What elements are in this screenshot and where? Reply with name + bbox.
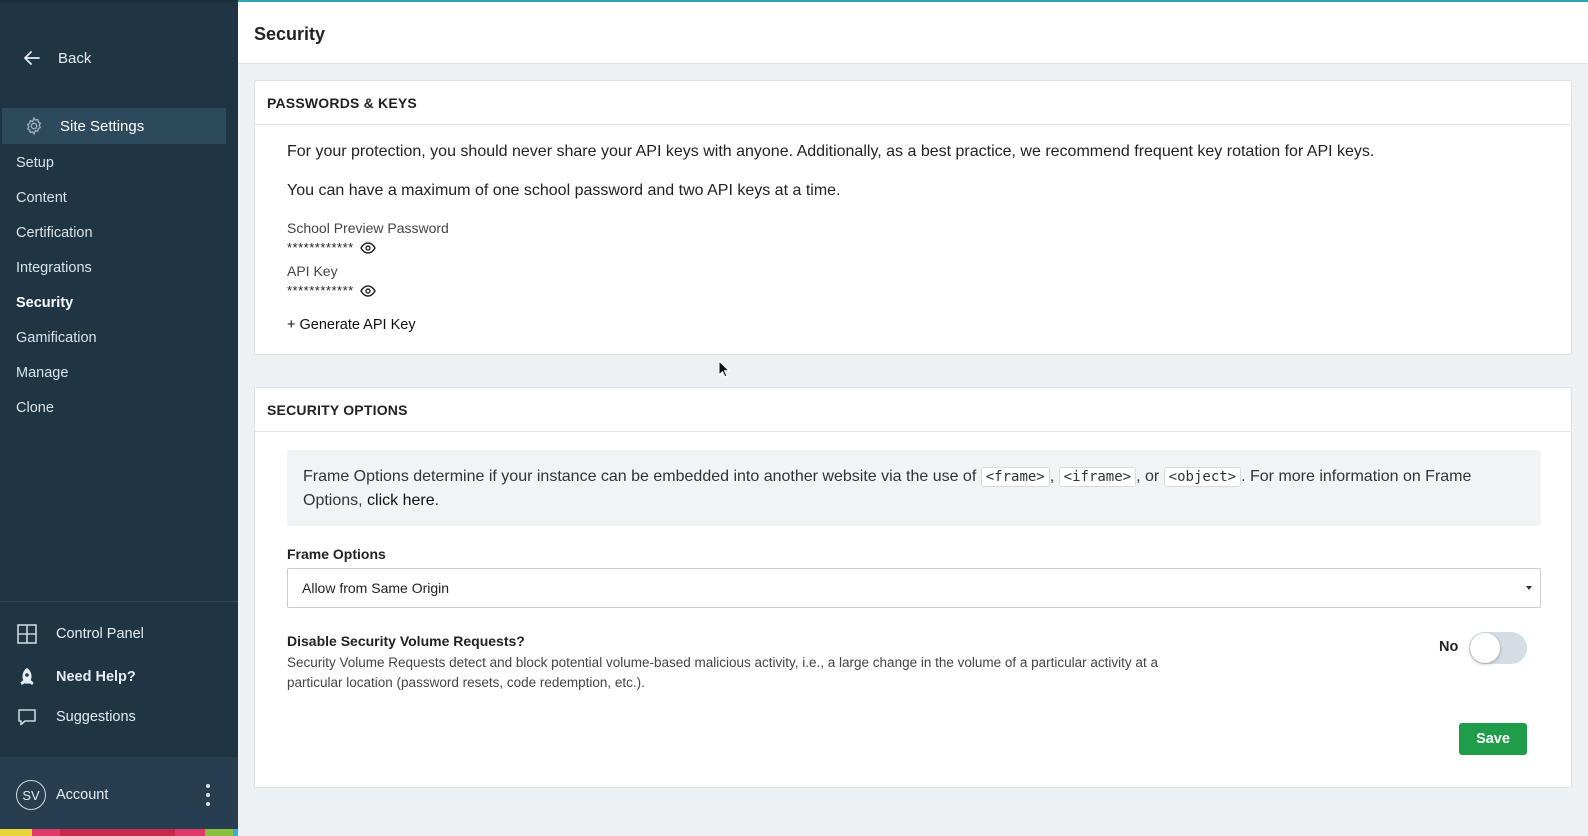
info-sep-1: , (1049, 468, 1055, 485)
main-content: Security PASSWORDS & KEYS For your prote… (238, 0, 1588, 836)
click-here-link[interactable]: click here (367, 492, 435, 509)
site-settings-label: Site Settings (60, 117, 145, 135)
back-label: Back (58, 49, 92, 67)
sidebar-top-border (0, 0, 238, 2)
save-button[interactable]: Save (1459, 723, 1527, 755)
sidebar-item-manage[interactable]: Manage (0, 355, 238, 390)
sidebar-site-settings[interactable]: Site Settings (2, 108, 226, 144)
disable-security-volume-description: Security Volume Requests detect and bloc… (287, 655, 1158, 690)
sidebar-item-setup[interactable]: Setup (0, 145, 238, 180)
rocket-icon (20, 668, 34, 685)
frame-options-label: Frame Options (287, 546, 386, 562)
toggle-knob (1470, 633, 1500, 663)
api-key-warning: For your protection, you should never sh… (287, 143, 1375, 160)
page-title: Security (254, 24, 326, 44)
security-options-title: SECURITY OPTIONS (255, 388, 1571, 432)
need-help-link[interactable]: Need Help? (16, 666, 136, 688)
info-end: . (434, 492, 440, 509)
suggestions-link[interactable]: Suggestions (16, 706, 136, 728)
sidebar-item-gamification[interactable]: Gamification (0, 320, 238, 355)
code-frame: <frame> (980, 467, 1050, 487)
info-text-1: Frame Options determine if your instance… (303, 468, 977, 485)
disable-security-volume-toggle[interactable] (1469, 632, 1527, 664)
api-key-label: API Key (287, 263, 338, 279)
sidebar-item-certification[interactable]: Certification (0, 215, 238, 250)
frame-options-value: Allow from Same Origin (302, 580, 450, 596)
generate-api-key-button[interactable]: + Generate API Key (287, 317, 416, 333)
sidebar-item-clone[interactable]: Clone (0, 390, 238, 425)
sidebar-nav: Setup Content Certification Integrations… (0, 145, 238, 425)
page-header: Security (238, 0, 1588, 64)
toggle-state-label: No (1439, 639, 1459, 655)
suggestions-label: Suggestions (56, 709, 136, 725)
frame-options-select[interactable]: Allow from Same Origin (287, 568, 1541, 608)
avatar: SV (16, 780, 46, 810)
brand-color-bar (0, 829, 238, 836)
need-help-label: Need Help? (56, 669, 136, 685)
account-label: Account (56, 787, 109, 803)
grid-icon (17, 624, 37, 644)
passwords-keys-card: PASSWORDS & KEYS For your protection, yo… (254, 80, 1572, 355)
control-panel-label: Control Panel (56, 626, 144, 642)
mouse-cursor-icon (718, 360, 731, 378)
school-password-label: School Preview Password (287, 220, 449, 236)
chevron-down-icon (1526, 586, 1532, 590)
gear-icon (26, 116, 42, 136)
arrow-left-icon (24, 51, 40, 65)
sidebar-item-security[interactable]: Security (0, 285, 238, 320)
sidebar-item-content[interactable]: Content (0, 180, 238, 215)
school-password-value: ************ (287, 240, 376, 255)
sidebar-divider (0, 601, 238, 602)
api-key-value: ************ (287, 283, 376, 298)
security-options-card: SECURITY OPTIONS Frame Options determine… (254, 387, 1572, 788)
eye-icon[interactable] (359, 241, 376, 254)
api-key-masked: ************ (287, 283, 354, 298)
sidebar-item-integrations[interactable]: Integrations (0, 250, 238, 285)
limit-note: You can have a maximum of one school pas… (287, 182, 841, 199)
disable-security-volume-label: Disable Security Volume Requests? (287, 633, 525, 649)
kebab-menu-icon[interactable] (200, 782, 216, 808)
code-iframe: <iframe> (1058, 467, 1137, 487)
info-sep-2: , or (1136, 468, 1160, 485)
back-link[interactable]: Back (22, 48, 91, 68)
eye-icon[interactable] (359, 284, 376, 297)
frame-options-info: Frame Options determine if your instance… (287, 450, 1541, 526)
school-password-masked: ************ (287, 240, 354, 255)
sidebar: Back Site Settings Setup Content Certifi… (0, 0, 238, 836)
control-panel-link[interactable]: Control Panel (16, 623, 144, 645)
account-link[interactable]: SV Account (16, 780, 108, 810)
speech-bubble-icon (18, 709, 36, 726)
passwords-keys-title: PASSWORDS & KEYS (255, 81, 1571, 125)
code-object: <object> (1163, 467, 1242, 487)
